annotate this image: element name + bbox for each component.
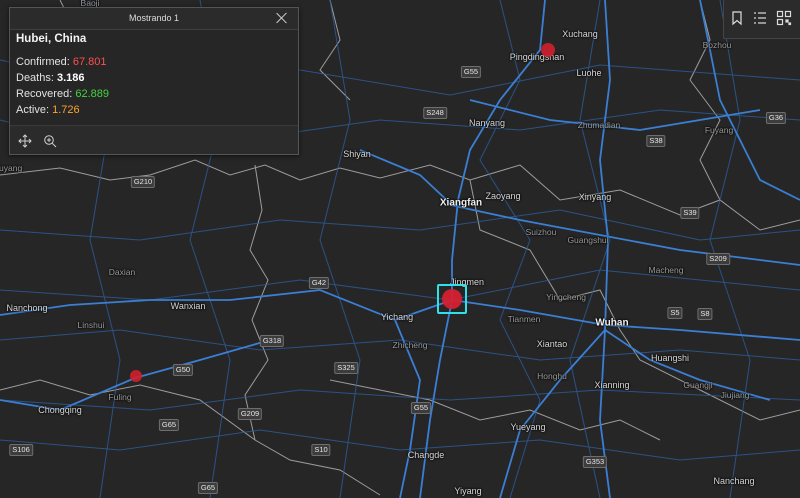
city-label: Changde bbox=[407, 450, 445, 460]
city-label: Luohe bbox=[576, 68, 602, 78]
road-shield: S325 bbox=[334, 362, 358, 374]
henan-marker[interactable] bbox=[541, 43, 555, 57]
pan-icon[interactable] bbox=[18, 134, 32, 148]
city-label: Honghu bbox=[537, 371, 567, 381]
road-shield: G65 bbox=[197, 482, 219, 494]
city-label: Yiyang bbox=[454, 486, 482, 496]
road-shield: G318 bbox=[259, 335, 285, 347]
zoom-to-icon[interactable] bbox=[43, 134, 57, 148]
popup-content: Hubei, China Confirmed: 67.801 Deaths: 3… bbox=[10, 30, 298, 126]
road-shield: G353 bbox=[582, 456, 608, 468]
road-shield: S209 bbox=[706, 253, 730, 265]
road-shield: S5 bbox=[667, 307, 683, 319]
city-label: Zhicheng bbox=[392, 340, 428, 350]
city-label: Macheng bbox=[648, 265, 684, 275]
city-label: Wuhan bbox=[595, 317, 629, 329]
active-value: 1.726 bbox=[52, 104, 80, 116]
recovered-label: Recovered: bbox=[16, 88, 73, 100]
city-label: Xiantao bbox=[536, 339, 568, 349]
popup-header: Mostrando 1 bbox=[10, 8, 298, 30]
city-label: Zhumadian bbox=[577, 120, 621, 130]
city-label: Wanxian bbox=[170, 301, 206, 311]
road-shield: S38 bbox=[646, 135, 666, 147]
city-label: Tianmen bbox=[507, 314, 541, 324]
city-label: Chongqing bbox=[38, 405, 82, 415]
city-label: Suizhou bbox=[525, 227, 557, 237]
deaths-value: 3.186 bbox=[56, 72, 85, 84]
city-label: Xuchang bbox=[562, 29, 598, 39]
city-label: Xiangfan bbox=[439, 197, 483, 209]
confirmed-value: 67.801 bbox=[72, 56, 107, 68]
road-shield: G65 bbox=[158, 419, 180, 431]
confirmed-label: Confirmed: bbox=[16, 56, 70, 68]
city-label: Xianning bbox=[594, 380, 630, 390]
city-label: Guangshui bbox=[567, 235, 609, 245]
hubei-marker[interactable] bbox=[442, 289, 462, 309]
close-icon[interactable] bbox=[275, 11, 289, 25]
city-label: Daxian bbox=[108, 267, 136, 277]
city-label: Yuyang bbox=[0, 163, 23, 173]
road-shield: G42 bbox=[308, 277, 330, 289]
city-label: Nanyang bbox=[468, 118, 506, 128]
bookmark-icon[interactable] bbox=[728, 9, 746, 27]
city-label: Zaoyang bbox=[485, 191, 521, 201]
popup-title: Hubei, China bbox=[16, 33, 87, 45]
road-shield: G55 bbox=[410, 402, 432, 414]
city-label: Yingcheng bbox=[546, 292, 586, 302]
road-shield: G209 bbox=[237, 408, 263, 420]
city-label: Fuling bbox=[108, 392, 132, 402]
city-label: Yichang bbox=[380, 312, 414, 322]
city-label: Fuyang bbox=[704, 125, 734, 135]
popup-actions bbox=[10, 126, 298, 154]
city-label: Guangji bbox=[683, 380, 713, 390]
road-shield: G55 bbox=[460, 66, 482, 78]
city-label: Shiyan bbox=[343, 149, 371, 159]
feature-popup: Mostrando 1 Hubei, China Confirmed: 67.8… bbox=[9, 7, 299, 155]
road-shield: S106 bbox=[9, 444, 33, 456]
road-shield: G36 bbox=[765, 112, 787, 124]
city-label: Linshui bbox=[77, 320, 105, 330]
recovered-stat: Recovered: 62.889 bbox=[16, 86, 292, 102]
road-shield: S8 bbox=[697, 308, 713, 320]
chongqing-marker[interactable] bbox=[130, 370, 142, 382]
city-label: Bozhou bbox=[702, 40, 732, 50]
layer-list-icon[interactable] bbox=[751, 9, 769, 27]
road-shield: S39 bbox=[680, 207, 700, 219]
road-shield: S10 bbox=[311, 444, 331, 456]
confirmed-stat: Confirmed: 67.801 bbox=[16, 54, 292, 70]
city-label: Nanchong bbox=[6, 303, 48, 313]
road-shield: G50 bbox=[172, 364, 194, 376]
city-label: Xinyang bbox=[578, 192, 612, 202]
map-toolbar bbox=[723, 0, 800, 39]
city-label: Huangshi bbox=[650, 353, 690, 363]
popup-feature-count: Mostrando 1 bbox=[128, 13, 180, 23]
city-label: Yueyang bbox=[510, 422, 546, 432]
active-label: Active: bbox=[16, 104, 50, 116]
city-label: Nanchang bbox=[713, 476, 755, 486]
recovered-value: 62.889 bbox=[75, 88, 109, 100]
active-stat: Active: 1.726 bbox=[16, 102, 292, 118]
city-label: Pingdingshan bbox=[509, 52, 565, 62]
city-label: Jiujiang bbox=[720, 390, 750, 400]
deaths-label: Deaths: bbox=[16, 72, 54, 84]
road-shield: S248 bbox=[423, 107, 447, 119]
road-shield: G210 bbox=[130, 176, 156, 188]
deaths-stat: Deaths: 3.186 bbox=[16, 70, 292, 86]
qr-code-icon[interactable] bbox=[775, 9, 793, 27]
